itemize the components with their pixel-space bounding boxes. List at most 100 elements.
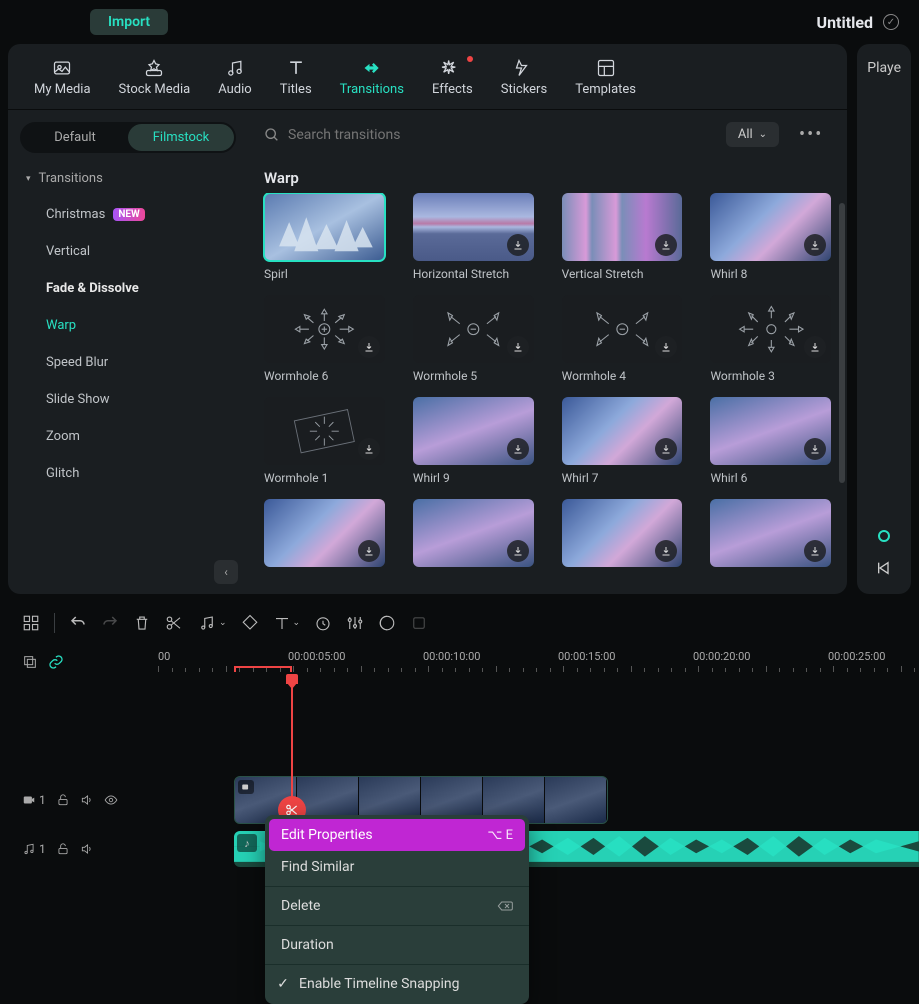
transition-item[interactable]: Whirl 6 (710, 397, 831, 485)
step-back-icon[interactable] (876, 560, 892, 576)
transition-item[interactable] (562, 499, 683, 573)
download-icon[interactable] (507, 438, 529, 460)
transition-thumbnail[interactable] (710, 499, 831, 567)
tab-transitions[interactable]: Transitions (326, 52, 418, 109)
search-input[interactable] (288, 127, 488, 143)
transition-thumbnail[interactable] (264, 397, 385, 465)
transition-item[interactable]: Whirl 9 (413, 397, 534, 485)
transition-item[interactable]: Whirl 8 (710, 193, 831, 281)
transition-thumbnail[interactable] (264, 295, 385, 363)
download-icon[interactable] (358, 540, 380, 562)
text-tools-icon[interactable]: ⌄ (273, 614, 301, 632)
transition-item[interactable]: Wormhole 6 (264, 295, 385, 383)
transition-item[interactable] (264, 499, 385, 573)
lock-icon[interactable] (56, 842, 70, 856)
tab-audio[interactable]: Audio (204, 52, 265, 109)
transition-thumbnail[interactable] (562, 499, 683, 567)
link-icon[interactable] (48, 654, 64, 670)
category-vertical[interactable]: Vertical (8, 233, 248, 270)
download-icon[interactable] (507, 336, 529, 358)
transition-thumbnail[interactable] (413, 499, 534, 567)
tag-icon[interactable] (241, 614, 259, 632)
download-icon[interactable] (655, 438, 677, 460)
category-christmas[interactable]: ChristmasNEW (8, 196, 248, 233)
transition-item[interactable]: Wormhole 4 (562, 295, 683, 383)
search-box[interactable] (264, 127, 714, 143)
tab-templates[interactable]: Templates (561, 52, 650, 109)
redo-icon[interactable] (101, 614, 119, 632)
timeline-ruler[interactable]: 0000:00:05:0000:00:10:0000:00:15:0000:00… (158, 644, 919, 680)
context-menu-item[interactable]: Edit Properties⌥ E (269, 819, 525, 851)
speed-icon[interactable] (314, 614, 332, 632)
tab-effects[interactable]: Effects (418, 52, 487, 109)
transition-item[interactable]: Wormhole 5 (413, 295, 534, 383)
sidebar-section-header[interactable]: ▾ Transitions (8, 165, 248, 192)
category-slide-show[interactable]: Slide Show (8, 381, 248, 418)
transition-thumbnail[interactable] (562, 193, 683, 261)
add-marker-icon[interactable] (22, 614, 40, 632)
download-icon[interactable] (804, 234, 826, 256)
timeline-layers-icon[interactable] (22, 654, 38, 670)
download-icon[interactable] (804, 336, 826, 358)
transition-thumbnail[interactable] (710, 193, 831, 261)
range-marker[interactable] (234, 666, 292, 672)
category-fade-dissolve[interactable]: Fade & Dissolve (8, 270, 248, 307)
mute-icon[interactable] (80, 842, 94, 856)
download-icon[interactable] (358, 336, 380, 358)
transition-item[interactable]: Spirl (264, 193, 385, 281)
transition-thumbnail[interactable] (264, 499, 385, 567)
context-menu-item[interactable]: Duration (265, 929, 529, 961)
transition-item[interactable]: Wormhole 3 (710, 295, 831, 383)
mute-icon[interactable] (80, 793, 94, 807)
project-title[interactable]: Untitled (817, 13, 873, 32)
category-warp[interactable]: Warp (8, 307, 248, 344)
download-icon[interactable] (655, 540, 677, 562)
transition-item[interactable]: Vertical Stretch (562, 193, 683, 281)
category-speed-blur[interactable]: Speed Blur (8, 344, 248, 381)
tab-stock-media[interactable]: Stock Media (105, 52, 205, 109)
more-options-button[interactable]: ••• (791, 120, 831, 149)
grid-scrollbar[interactable] (839, 203, 845, 483)
transition-item[interactable] (710, 499, 831, 573)
tab-stickers[interactable]: Stickers (487, 52, 561, 109)
transition-thumbnail[interactable] (562, 397, 683, 465)
filter-dropdown[interactable]: All ⌄ (726, 122, 779, 147)
delete-icon[interactable] (133, 614, 151, 632)
context-menu-item[interactable]: Delete (265, 890, 529, 922)
transition-thumbnail[interactable] (413, 397, 534, 465)
adjust-icon[interactable] (346, 614, 364, 632)
transition-thumbnail[interactable] (413, 193, 534, 261)
context-menu-item[interactable]: ✓Enable Timeline Snapping (265, 968, 529, 1000)
transition-item[interactable]: Wormhole 1 (264, 397, 385, 485)
transition-item[interactable]: Whirl 7 (562, 397, 683, 485)
library-tab-filmstock[interactable]: Filmstock (128, 124, 234, 151)
download-icon[interactable] (804, 540, 826, 562)
category-zoom[interactable]: Zoom (8, 418, 248, 455)
audio-tools-icon[interactable]: ⌄ (197, 614, 227, 632)
transition-item[interactable] (413, 499, 534, 573)
visibility-icon[interactable] (104, 793, 118, 807)
transition-thumbnail[interactable] (562, 295, 683, 363)
category-glitch[interactable]: Glitch (8, 455, 248, 492)
split-icon[interactable] (165, 614, 183, 632)
player-slider-handle[interactable] (878, 530, 890, 542)
transition-thumbnail[interactable] (413, 295, 534, 363)
lock-icon[interactable] (56, 793, 70, 807)
context-menu-item[interactable]: Find Similar (265, 851, 529, 883)
download-icon[interactable] (507, 540, 529, 562)
download-icon[interactable] (358, 438, 380, 460)
download-icon[interactable] (655, 234, 677, 256)
color-icon[interactable] (378, 614, 396, 632)
playhead-handle[interactable] (286, 674, 298, 684)
download-icon[interactable] (804, 438, 826, 460)
transition-thumbnail[interactable] (710, 295, 831, 363)
transition-thumbnail[interactable] (264, 193, 385, 261)
download-icon[interactable] (507, 234, 529, 256)
import-button[interactable]: Import (90, 9, 168, 35)
sidebar-collapse-button[interactable]: ‹ (214, 560, 238, 584)
transition-item[interactable]: Horizontal Stretch (413, 193, 534, 281)
tab-my-media[interactable]: My Media (20, 52, 105, 109)
transition-thumbnail[interactable] (710, 397, 831, 465)
crop-icon[interactable] (410, 614, 428, 632)
undo-icon[interactable] (69, 614, 87, 632)
